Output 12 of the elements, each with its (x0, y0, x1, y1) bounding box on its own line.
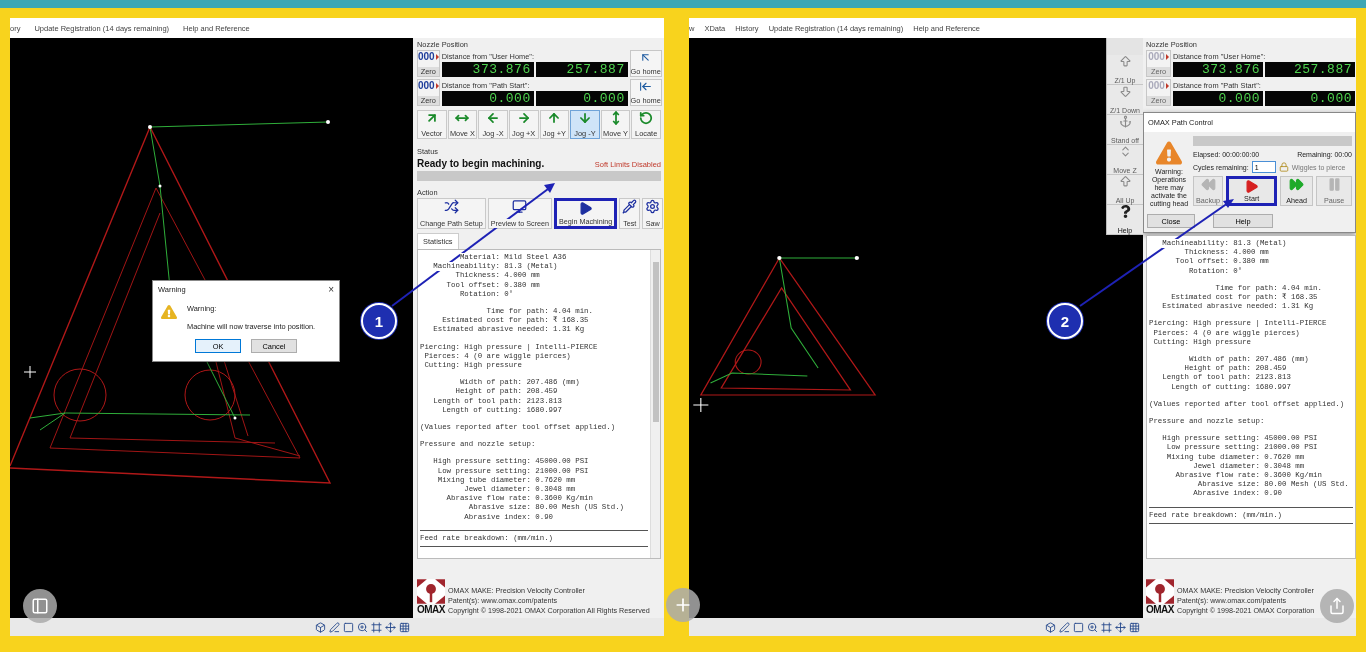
position-readout: 373.876 (1173, 62, 1263, 77)
status-message: Ready to begin machining. (417, 158, 545, 169)
close-button[interactable]: × (328, 284, 334, 295)
position-readout: 0.000 (1265, 91, 1355, 106)
position-readout: 0.000 (535, 91, 628, 106)
position-readout: 0.000 (441, 91, 534, 106)
position-readout: 257.887 (1265, 62, 1355, 77)
logo-text: OMAX (1146, 604, 1174, 615)
position-readout: 373.876 (441, 62, 534, 77)
logo-text: OMAX (417, 604, 445, 615)
position-readout: 0.000 (1173, 91, 1263, 106)
position-readout: 257.887 (535, 62, 628, 77)
